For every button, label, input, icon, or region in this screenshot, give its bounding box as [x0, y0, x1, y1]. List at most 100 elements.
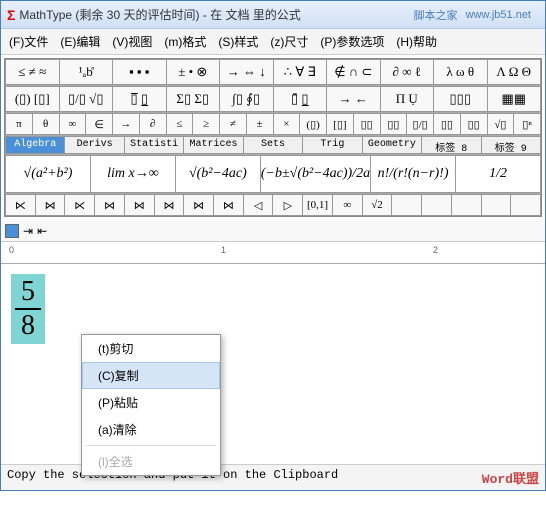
tpl-sub[interactable]: ▯▯: [381, 113, 408, 135]
sym-operators[interactable]: ± • ⊗: [167, 59, 221, 85]
formula-limit[interactable]: lim x→∞: [91, 155, 176, 193]
tpl-sqrt[interactable]: √▯: [488, 113, 515, 135]
formula-combination[interactable]: n!/(r!(n−r)!): [371, 155, 456, 193]
equation-fraction[interactable]: 5 8: [11, 274, 45, 344]
sym-r5-17[interactable]: [511, 194, 541, 216]
sym-r5-7[interactable]: ⋈: [214, 194, 244, 216]
formula-half[interactable]: 1/2: [456, 155, 541, 193]
fraction-numerator[interactable]: 5: [15, 276, 41, 310]
sym-greek-uc[interactable]: Λ Ω Θ: [488, 59, 542, 85]
tpl-nthroot[interactable]: ▯ⁿ: [514, 113, 541, 135]
color-row: ⇥ ⇤: [1, 220, 545, 242]
ctx-paste[interactable]: (P)粘贴: [82, 389, 220, 416]
tpl-boxes[interactable]: ▦▦: [488, 86, 542, 112]
tab-align-icon[interactable]: ⇥: [23, 224, 33, 238]
tab-align-icon-2[interactable]: ⇤: [37, 224, 47, 238]
sym-r5-4[interactable]: ⋈: [125, 194, 155, 216]
sym-set[interactable]: ∉ ∩ ⊂: [327, 59, 381, 85]
ruler-mark-0: 0: [9, 245, 14, 255]
tab-sets[interactable]: Sets: [244, 136, 303, 154]
tpl-fraction[interactable]: ▯/▯ √▯: [60, 86, 114, 112]
formula-pythag[interactable]: √(a²+b²): [5, 155, 91, 193]
ctx-selectall: (l)全选: [82, 448, 220, 475]
sym-in[interactable]: ∈: [86, 113, 113, 135]
menu-edit[interactable]: (E)编辑: [56, 31, 104, 52]
sym-infty[interactable]: ∞: [60, 113, 87, 135]
tab-derivs[interactable]: Derivs: [65, 136, 124, 154]
sym-arrows[interactable]: → ⇔ ↓: [220, 59, 274, 85]
tpl-paren[interactable]: (▯): [300, 113, 327, 135]
sym-ge[interactable]: ≥: [193, 113, 220, 135]
tpl-bar[interactable]: ▯̄ ▯̲: [274, 86, 328, 112]
sym-pm[interactable]: ±: [247, 113, 274, 135]
tpl-bracket[interactable]: [▯]: [327, 113, 354, 135]
tpl-labeled-arrow[interactable]: → ←: [327, 86, 381, 112]
tpl-frac2[interactable]: ▯▯: [434, 113, 461, 135]
sym-pi[interactable]: π: [5, 113, 33, 135]
tab-8[interactable]: 标签 8: [422, 136, 481, 154]
menubar: (F)文件 (E)编辑 (V)视图 (m)格式 (S)样式 (z)尺寸 (P)参…: [1, 29, 545, 55]
sym-r5-14[interactable]: [422, 194, 452, 216]
sym-r5-6[interactable]: ⋈: [184, 194, 214, 216]
ruler[interactable]: 0 1 2: [1, 242, 545, 264]
sym-greek-lc[interactable]: λ ω θ: [434, 59, 488, 85]
fraction-denominator[interactable]: 8: [15, 310, 41, 342]
sym-embellish[interactable]: ▪ ▪ ▪: [113, 59, 167, 85]
sym-theta[interactable]: θ: [33, 113, 60, 135]
tpl-frac[interactable]: ▯/▯: [407, 113, 434, 135]
menu-format[interactable]: (m)格式: [160, 31, 210, 52]
tpl-sup[interactable]: ▯▯: [354, 113, 381, 135]
equation-canvas[interactable]: 5 8 (t)剪切 (C)复制 (P)粘贴 (a)清除 (l)全选: [1, 264, 545, 464]
sym-r5-2[interactable]: ⋉: [65, 194, 95, 216]
sym-logical[interactable]: ∴ ∀ ∃: [274, 59, 328, 85]
sym-le[interactable]: ≤: [167, 113, 194, 135]
tpl-fence[interactable]: (▯) [▯]: [5, 86, 60, 112]
sym-r5-8[interactable]: ◁: [244, 194, 274, 216]
menu-file[interactable]: (F)文件: [5, 31, 52, 52]
sym-spaces[interactable]: ¹ₐb̊: [60, 59, 114, 85]
sym-misc[interactable]: ∂ ∞ ℓ: [381, 59, 435, 85]
sym-times[interactable]: ×: [274, 113, 301, 135]
ctx-cut[interactable]: (t)剪切: [82, 335, 220, 362]
tab-9[interactable]: 标签 9: [482, 136, 541, 154]
sym-r5-11[interactable]: ∞: [333, 194, 363, 216]
sym-r5-10[interactable]: [0,1]: [303, 194, 333, 216]
sym-r5-0[interactable]: ⋉: [5, 194, 36, 216]
tab-statistics[interactable]: Statisti: [125, 136, 184, 154]
tpl-matrix[interactable]: ▯▯▯: [434, 86, 488, 112]
formula-quadratic[interactable]: (−b±√(b²−4ac))/2a: [261, 155, 371, 193]
ctx-copy[interactable]: (C)复制: [82, 362, 220, 389]
tpl-product[interactable]: Π Ụ: [381, 86, 435, 112]
sym-ne[interactable]: ≠: [220, 113, 247, 135]
tpl-frac3[interactable]: ▯▯: [461, 113, 488, 135]
menu-view[interactable]: (V)视图: [108, 31, 156, 52]
formula-discriminant[interactable]: √(b²−4ac): [176, 155, 261, 193]
sym-r5-5[interactable]: ⋈: [155, 194, 185, 216]
menu-style[interactable]: (S)样式: [214, 31, 262, 52]
tab-matrices[interactable]: Matrices: [184, 136, 243, 154]
color-swatch[interactable]: [5, 224, 19, 238]
menu-size[interactable]: (z)尺寸: [266, 31, 312, 52]
sym-r5-3[interactable]: ⋈: [95, 194, 125, 216]
sym-r5-16[interactable]: [482, 194, 512, 216]
menu-help[interactable]: (H)帮助: [392, 31, 441, 52]
sym-r5-1[interactable]: ⋈: [36, 194, 66, 216]
menu-prefs[interactable]: (P)参数选项: [316, 31, 388, 52]
sym-arrow[interactable]: →: [113, 113, 140, 135]
tpl-underover[interactable]: ▯̅ ▯̲: [113, 86, 167, 112]
tpl-sum[interactable]: Σ▯ Σ▯: [167, 86, 221, 112]
tabs-row: Algebra Derivs Statisti Matrices Sets Tr…: [5, 136, 541, 155]
sym-r5-9[interactable]: ▷: [273, 194, 303, 216]
tpl-integral[interactable]: ∫▯ ∮▯: [220, 86, 274, 112]
sym-r5-13[interactable]: [392, 194, 422, 216]
sym-r5-15[interactable]: [452, 194, 482, 216]
symbol-row-small: π θ ∞ ∈ → ∂ ≤ ≥ ≠ ± × (▯) [▯] ▯▯ ▯▯ ▯/▯ …: [5, 113, 541, 136]
ctx-clear[interactable]: (a)清除: [82, 416, 220, 443]
tab-trig[interactable]: Trig: [303, 136, 362, 154]
tab-geometry[interactable]: Geometry: [363, 136, 422, 154]
tab-algebra[interactable]: Algebra: [5, 136, 65, 154]
sym-partial[interactable]: ∂: [140, 113, 167, 135]
status-text: Copy the selection and put it on the Cli…: [7, 468, 482, 487]
sym-r5-12[interactable]: √2: [363, 194, 393, 216]
sym-relational[interactable]: ≤ ≠ ≈: [5, 59, 60, 85]
